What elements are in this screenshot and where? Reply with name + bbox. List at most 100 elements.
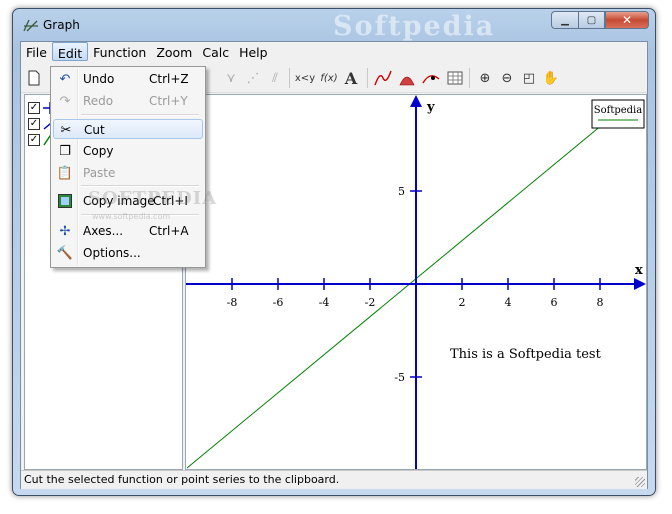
minimize-icon: ▁ xyxy=(561,14,569,26)
legend-label: Softpedia xyxy=(594,105,643,116)
close-icon: ✕ xyxy=(621,13,633,27)
menu-item-paste[interactable]: 📋 Paste xyxy=(53,163,203,183)
area-icon xyxy=(399,76,415,86)
relation-label: x<y xyxy=(294,72,316,84)
function-line xyxy=(186,114,615,469)
maximize-button[interactable]: ▢ xyxy=(578,11,605,29)
menu-zoom[interactable]: Zoom xyxy=(151,42,197,61)
zoom-in-icon: ⊕ xyxy=(479,70,491,86)
hand-icon: ✋ xyxy=(542,70,560,86)
menu-item-options[interactable]: 🔨 Options... xyxy=(53,243,203,263)
redo-icon: ↷ xyxy=(59,93,71,109)
new-button[interactable] xyxy=(24,68,44,88)
x-tick-label: -2 xyxy=(365,296,376,309)
insert-point-series-icon: ⫽ xyxy=(272,70,278,86)
zoom-square-icon: ◰ xyxy=(522,70,536,86)
x-tick-label: 2 xyxy=(459,296,466,309)
fx-label: f(x) xyxy=(320,72,338,84)
menu-separator xyxy=(81,185,199,187)
x-tick-label: -6 xyxy=(273,296,284,309)
x-axis-label: x xyxy=(635,263,643,278)
title-watermark: Softpedia xyxy=(333,11,496,42)
label-text: A xyxy=(344,68,358,88)
menu-item-axes[interactable]: ✢ Axes... Ctrl+A xyxy=(53,221,203,241)
menu-separator xyxy=(81,114,199,116)
menu-item-shortcut: Ctrl+Z xyxy=(149,72,189,86)
menu-item-label: Undo xyxy=(83,72,115,86)
toolbar-separator xyxy=(289,68,290,88)
graph-legend[interactable]: Softpedia xyxy=(591,99,645,129)
table-icon xyxy=(447,71,463,85)
tree-checkbox[interactable]: ✓ xyxy=(28,102,40,114)
title-bar[interactable]: Graph Softpedia ▁ ▢ ✕ xyxy=(13,9,655,42)
y-axis-arrow-icon xyxy=(410,95,422,107)
scissors-icon: ✂ xyxy=(60,122,72,138)
insert-relation-button[interactable]: x<y xyxy=(295,68,315,88)
hammer-icon: 🔨 xyxy=(56,245,74,261)
menu-item-copy[interactable]: ❐ Copy xyxy=(53,141,203,161)
zoom-square-button[interactable]: ◰ xyxy=(519,68,539,88)
menu-watermark: SOFTPEDIA xyxy=(88,188,218,209)
resize-grip-icon[interactable] xyxy=(635,477,645,487)
menu-item-label: Cut xyxy=(84,123,105,137)
zoom-out-icon: ⊖ xyxy=(501,70,513,86)
menu-function[interactable]: Function xyxy=(88,42,151,61)
tree-checkbox[interactable]: ✓ xyxy=(28,118,40,130)
menu-calc[interactable]: Calc xyxy=(197,42,234,61)
insert-tangent-button[interactable]: ⋎ xyxy=(221,68,241,88)
x-tick-label: 4 xyxy=(505,296,512,309)
menu-item-label: Paste xyxy=(83,166,116,180)
x-tick-label: 6 xyxy=(551,296,558,309)
paste-icon: 📋 xyxy=(56,165,74,181)
copy-icon: ❐ xyxy=(59,143,71,159)
menu-item-shortcut: Ctrl+A xyxy=(149,224,189,238)
move-hand-button[interactable]: ✋ xyxy=(541,68,561,88)
image-icon xyxy=(57,193,73,209)
menu-edit[interactable]: Edit xyxy=(51,42,89,61)
menu-watermark-url: www.softpedia.com xyxy=(92,212,171,221)
insert-point-series-button[interactable]: ⫽ xyxy=(265,68,285,88)
menu-help[interactable]: Help xyxy=(234,42,273,61)
close-button[interactable]: ✕ xyxy=(605,11,649,29)
graph-canvas[interactable]: -8 -6 -4 -2 2 4 6 8 5 -5 x y This is a S… xyxy=(185,94,647,470)
menu-item-label: Copy xyxy=(83,144,114,158)
insert-shading-button[interactable]: ⋰ xyxy=(243,68,263,88)
menu-item-cut[interactable]: ✂ Cut xyxy=(53,119,203,139)
insert-area-button[interactable] xyxy=(397,68,417,88)
window-title: Graph xyxy=(43,18,80,32)
maximize-icon: ▢ xyxy=(586,14,597,26)
evaluate-icon xyxy=(422,75,440,84)
x-tick-label: -4 xyxy=(319,296,330,309)
caption-buttons: ▁ ▢ ✕ xyxy=(551,11,649,30)
y-tick-label: -5 xyxy=(394,371,405,384)
insert-trendline-button[interactable] xyxy=(373,68,393,88)
menu-item-label: Redo xyxy=(83,94,114,108)
insert-shading-icon: ⋰ xyxy=(246,70,260,86)
new-icon xyxy=(28,70,40,86)
y-axis-label: y xyxy=(426,100,435,115)
x-tick-label: -8 xyxy=(227,296,238,309)
x-tick-label: 8 xyxy=(597,296,604,309)
menu-item-redo[interactable]: ↷ Redo Ctrl+Y xyxy=(53,91,203,111)
evaluate-button[interactable] xyxy=(421,68,441,88)
calc-table-button[interactable] xyxy=(445,68,465,88)
y-tick-label: 5 xyxy=(398,185,405,198)
insert-tangent-icon: ⋎ xyxy=(226,70,236,86)
insert-fx-button[interactable]: f(x) xyxy=(319,68,339,88)
toolbar-separator xyxy=(367,68,368,88)
menu-item-undo[interactable]: ↶ Undo Ctrl+Z xyxy=(53,69,203,89)
zoom-in-button[interactable]: ⊕ xyxy=(475,68,495,88)
undo-icon: ↶ xyxy=(59,71,71,87)
menu-file[interactable]: File xyxy=(21,42,52,61)
menu-item-label: Options... xyxy=(83,246,141,260)
tree-checkbox[interactable]: ✓ xyxy=(28,134,40,146)
toolbar-separator xyxy=(469,68,470,88)
minimize-button[interactable]: ▁ xyxy=(551,11,578,29)
insert-label-button[interactable]: A xyxy=(341,68,361,88)
status-bar: Cut the selected function or point serie… xyxy=(21,470,647,489)
trendline-icon xyxy=(374,70,392,86)
graph-annotation: This is a Softpedia test xyxy=(450,347,602,362)
status-text: Cut the selected function or point serie… xyxy=(24,473,340,486)
zoom-out-button[interactable]: ⊖ xyxy=(497,68,517,88)
axes-icon: ✢ xyxy=(59,223,71,239)
